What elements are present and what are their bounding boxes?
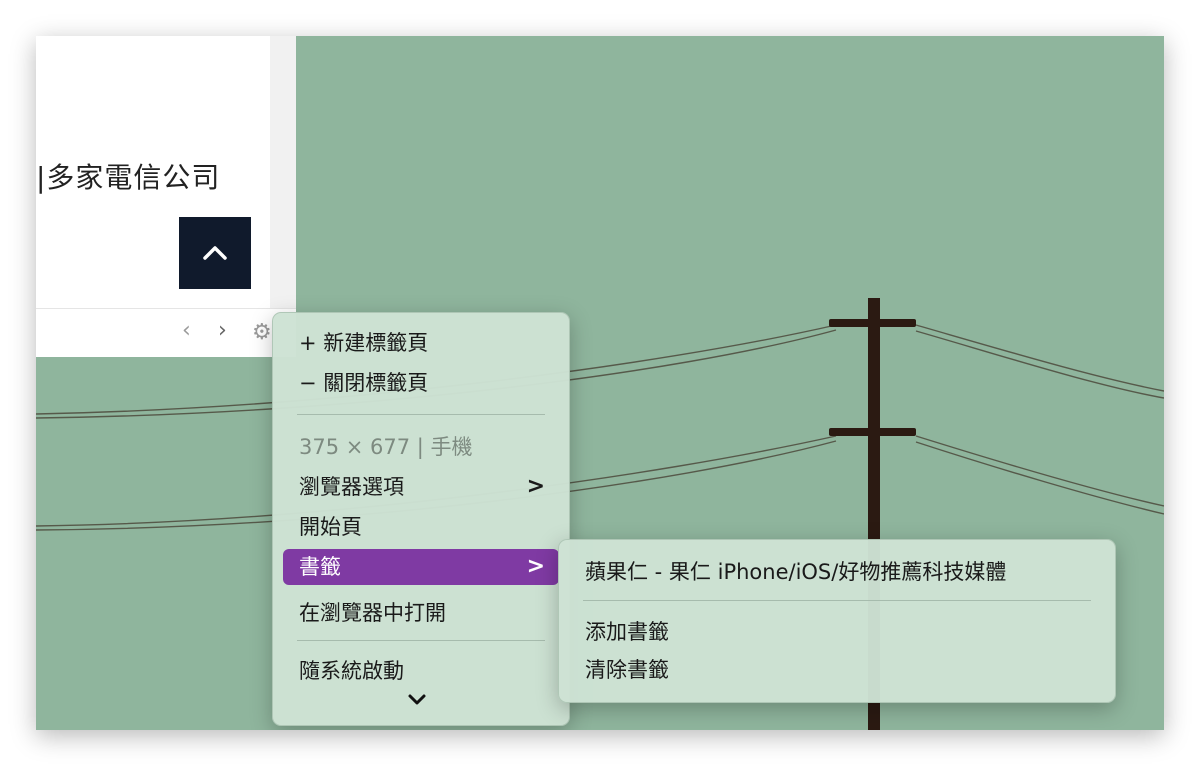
bookmark-item[interactable]: 蘋果仁 - 果仁 iPhone/iOS/好物推薦科技媒體 <box>569 554 1105 590</box>
menu-item-label: 瀏覽器選項 <box>299 475 404 499</box>
menu-item-label: 書籤 <box>299 555 341 579</box>
panel-scrollbar[interactable] <box>270 36 296 308</box>
chevron-right-icon: > <box>526 554 545 579</box>
browser-panel: |多家電信公司 ‹ › ⚙ <box>36 36 296 357</box>
menu-item-add-bookmark[interactable]: 添加書籤 <box>569 614 1105 650</box>
menu-item-close-tab[interactable]: − 關閉標籤頁 <box>283 365 559 401</box>
menu-separator <box>297 414 545 415</box>
scroll-to-top-button[interactable] <box>179 217 251 289</box>
menu-item-bookmarks[interactable]: 書籤 > <box>283 549 559 585</box>
menu-item-new-tab[interactable]: + 新建標籤頁 <box>283 325 559 361</box>
menu-item-start-page[interactable]: 開始頁 <box>283 509 559 545</box>
bookmarks-submenu: 蘋果仁 - 果仁 iPhone/iOS/好物推薦科技媒體 添加書籤 清除書籤 <box>558 539 1116 703</box>
menu-item-launch-at-login[interactable]: 隨系統啟動 <box>283 653 559 689</box>
browser-toolbar: ‹ › ⚙ <box>36 308 296 357</box>
device-size-info: 375 × 677 | 手機 <box>299 435 473 459</box>
menu-item-open-in-browser[interactable]: 在瀏覽器中打開 <box>283 595 559 631</box>
menu-separator <box>297 640 545 641</box>
page-body-text: |多家電信公司 <box>36 161 221 194</box>
menu-separator <box>583 600 1091 601</box>
gear-icon[interactable]: ⚙ <box>252 320 272 346</box>
menu-item-browser-options[interactable]: 瀏覽器選項 > <box>283 469 559 505</box>
settings-menu: + 新建標籤頁 − 關閉標籤頁 375 × 677 | 手機 瀏覽器選項 > 開… <box>272 312 570 726</box>
chevron-down-icon[interactable] <box>407 693 427 707</box>
screenshot-area: |多家電信公司 ‹ › ⚙ + 新建標籤頁 − 關閉標籤頁 375 × 677 … <box>36 36 1164 730</box>
chevron-up-icon <box>203 246 227 260</box>
menu-item-clear-bookmarks[interactable]: 清除書籤 <box>569 652 1105 688</box>
back-arrow-icon[interactable]: ‹ <box>182 318 191 344</box>
chevron-right-icon: > <box>526 474 545 499</box>
forward-arrow-icon[interactable]: › <box>218 318 227 344</box>
